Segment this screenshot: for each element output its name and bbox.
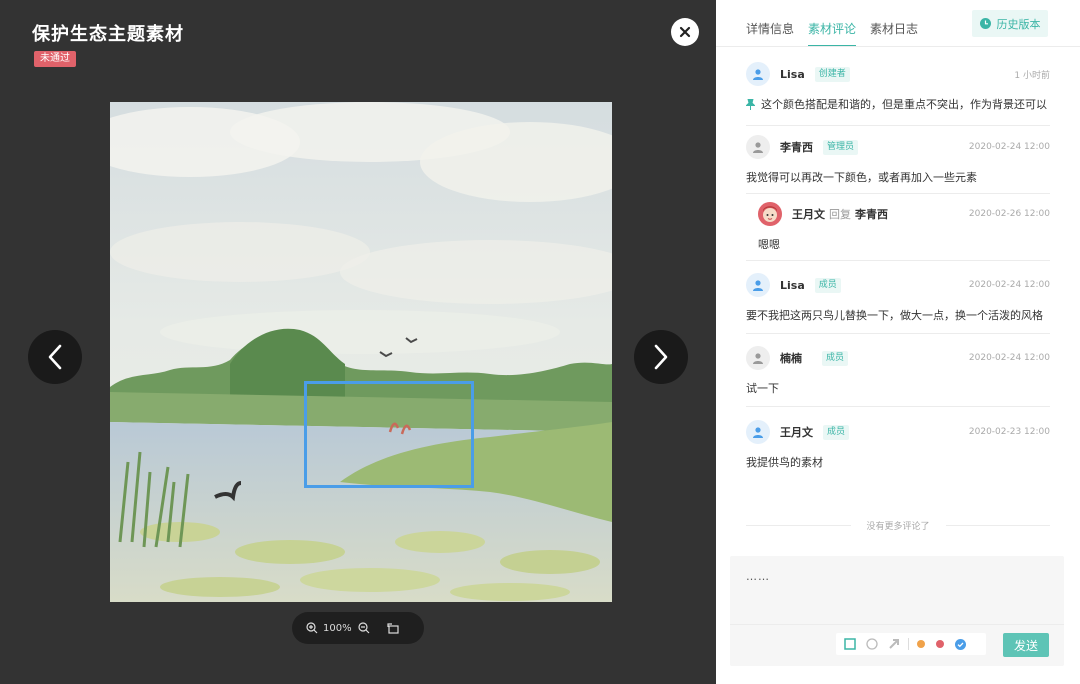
comment-time: 2020-02-24 12:00 bbox=[968, 280, 1050, 290]
rotate-icon bbox=[386, 623, 399, 634]
zoom-level: 100% bbox=[323, 622, 352, 634]
avatar[interactable] bbox=[746, 62, 770, 86]
comment-item: Lisa 创建者 1 小时前 这个颜色搭配是和谐的，但是重点不突出，作为背景还可… bbox=[746, 62, 1050, 126]
comment-author[interactable]: Lisa bbox=[780, 279, 805, 292]
user-icon bbox=[753, 427, 763, 438]
send-button[interactable]: 发送 bbox=[1003, 633, 1049, 657]
face-avatar-icon bbox=[758, 202, 782, 226]
comment-item: 王月文 成员 2020-02-23 12:00 我提供鸟的素材 bbox=[746, 420, 1050, 470]
square-icon bbox=[844, 638, 856, 650]
avatar[interactable] bbox=[746, 346, 770, 370]
no-more-label: 没有更多评论了 bbox=[866, 521, 930, 532]
comments-panel: 详情信息 素材评论 素材日志 历史版本 Lisa 创建者 1 小时前 这个颜色搭… bbox=[716, 0, 1080, 684]
comment-text: 我觉得可以再改一下颜色，或者再加入一些元素 bbox=[746, 171, 977, 184]
comment-item: 楠楠 成员 2020-02-24 12:00 试一下 bbox=[746, 346, 1050, 396]
role-badge: 成员 bbox=[823, 424, 850, 440]
comment-author[interactable]: Lisa bbox=[780, 68, 805, 81]
reply-item: 王月文 回复 李青西 2020-02-26 12:00 嗯嗯 bbox=[758, 202, 1050, 252]
tab-logs[interactable]: 素材日志 bbox=[870, 20, 918, 47]
user-icon bbox=[753, 69, 763, 80]
tab-details[interactable]: 详情信息 bbox=[746, 20, 794, 47]
zoom-out-button[interactable] bbox=[357, 622, 370, 634]
history-version-label: 历史版本 bbox=[996, 17, 1041, 31]
close-icon bbox=[679, 26, 691, 38]
color-red[interactable] bbox=[936, 640, 944, 648]
comment-text: 嗯嗯 bbox=[758, 238, 780, 251]
next-image-button[interactable] bbox=[634, 330, 688, 384]
close-button[interactable] bbox=[671, 18, 699, 46]
circle-icon bbox=[866, 638, 878, 650]
check-circle-icon bbox=[955, 638, 966, 650]
avatar[interactable] bbox=[746, 273, 770, 297]
chevron-left-icon bbox=[48, 344, 62, 370]
comment-time: 2020-02-24 12:00 bbox=[968, 142, 1050, 152]
user-icon bbox=[753, 280, 763, 291]
tab-comments[interactable]: 素材评论 bbox=[808, 20, 857, 47]
comment-author[interactable]: 王月文 bbox=[780, 424, 813, 440]
role-badge: 成员 bbox=[814, 277, 841, 293]
arrow-tool[interactable] bbox=[888, 638, 900, 650]
comment-text: 试一下 bbox=[746, 382, 779, 395]
wetland-artwork-image[interactable] bbox=[110, 102, 612, 602]
user-icon bbox=[753, 142, 763, 153]
zoom-out-icon bbox=[357, 622, 370, 634]
annotation-selection-box[interactable] bbox=[304, 381, 474, 488]
material-title: 保护生态主题素材 bbox=[32, 24, 184, 45]
chevron-right-icon bbox=[654, 344, 668, 370]
reply-label: 回复 bbox=[829, 208, 851, 221]
previous-image-button[interactable] bbox=[28, 330, 82, 384]
tabs-divider bbox=[716, 46, 1080, 47]
role-badge: 成员 bbox=[822, 350, 849, 366]
avatar[interactable] bbox=[746, 135, 770, 159]
color-orange[interactable] bbox=[917, 640, 925, 648]
avatar[interactable] bbox=[746, 420, 770, 444]
divider bbox=[746, 193, 1050, 194]
comment-editor: …… 发送 bbox=[730, 556, 1064, 666]
panel-tabs: 详情信息 素材评论 素材日志 bbox=[746, 20, 932, 47]
status-badge: 未通过 bbox=[34, 51, 76, 67]
comment-time: 2020-02-23 12:00 bbox=[968, 427, 1050, 437]
comment-author[interactable]: 楠楠 bbox=[780, 350, 802, 366]
annotation-toolbar bbox=[836, 633, 986, 655]
reply-to-name[interactable]: 李青西 bbox=[855, 206, 888, 222]
comment-input[interactable]: …… bbox=[746, 570, 770, 583]
divider bbox=[746, 406, 1050, 407]
zoom-toolbar: 100% bbox=[292, 612, 424, 644]
color-blue[interactable] bbox=[955, 638, 966, 650]
zoom-in-icon bbox=[306, 622, 318, 634]
divider bbox=[746, 333, 1050, 334]
comment-time: 1 小时前 bbox=[1014, 70, 1050, 81]
history-version-button[interactable]: 历史版本 bbox=[972, 10, 1048, 37]
role-badge: 创建者 bbox=[814, 66, 850, 82]
comment-item: Lisa 成员 2020-02-24 12:00 要不我把这两只鸟儿替换一下，做… bbox=[746, 273, 1050, 323]
zoom-in-button[interactable] bbox=[306, 622, 318, 634]
arrow-icon bbox=[889, 639, 899, 649]
divider bbox=[945, 524, 1051, 526]
comment-text: 要不我把这两只鸟儿替换一下，做大一点，换一个活泼的风格 bbox=[746, 309, 1043, 322]
comment-author[interactable]: 李青西 bbox=[780, 139, 813, 155]
comment-author[interactable]: 王月文 bbox=[792, 206, 825, 222]
divider bbox=[746, 524, 851, 526]
circle-tool[interactable] bbox=[866, 638, 878, 650]
divider bbox=[746, 260, 1050, 261]
rotate-button[interactable] bbox=[386, 622, 400, 634]
no-more-comments: 没有更多评论了 bbox=[746, 518, 1051, 532]
avatar[interactable] bbox=[758, 202, 782, 226]
rectangle-tool[interactable] bbox=[844, 638, 856, 650]
comment-time: 2020-02-24 12:00 bbox=[968, 353, 1050, 363]
toolbar-separator bbox=[908, 638, 909, 650]
comment-text: 我提供鸟的素材 bbox=[746, 456, 823, 469]
comment-text: 这个颜色搭配是和谐的，但是重点不突出，作为背景还可以 bbox=[761, 98, 1047, 111]
user-icon bbox=[753, 353, 763, 364]
pin-icon bbox=[746, 98, 755, 110]
comment-item: 李青西 管理员 2020-02-24 12:00 我觉得可以再改一下颜色，或者再… bbox=[746, 135, 1050, 185]
clock-icon bbox=[979, 18, 991, 29]
image-viewer: 保护生态主题素材 未通过 100% bbox=[0, 0, 716, 684]
editor-divider bbox=[730, 624, 1064, 625]
role-badge: 管理员 bbox=[823, 139, 859, 155]
comment-time: 2020-02-26 12:00 bbox=[968, 209, 1050, 219]
